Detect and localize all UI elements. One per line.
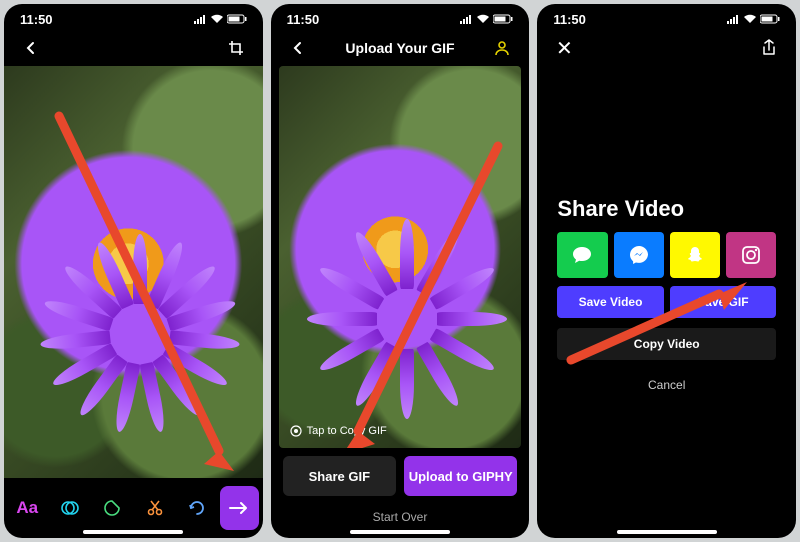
- copy-video-button[interactable]: Copy Video: [557, 328, 776, 360]
- home-indicator: [350, 530, 450, 534]
- status-time: 11:50: [553, 12, 586, 27]
- phone-screen-share: 11:50 ✕ Share Video: [537, 4, 796, 538]
- text-tool[interactable]: Aa: [8, 488, 46, 528]
- share-sheet: Share Video Save Video Save GIF Copy Vid…: [537, 66, 796, 538]
- messages-tile[interactable]: [557, 232, 607, 278]
- back-icon[interactable]: [285, 35, 311, 61]
- back-icon[interactable]: [18, 35, 44, 61]
- nav-bar: ✕: [537, 30, 796, 66]
- messenger-tile[interactable]: [614, 232, 664, 278]
- tap-copy-label: Tap to Copy GIF: [307, 425, 387, 437]
- trim-tool[interactable]: [135, 488, 173, 528]
- status-icons: [193, 14, 247, 24]
- next-button[interactable]: [220, 486, 258, 530]
- share-apps: [537, 232, 796, 278]
- home-indicator: [617, 530, 717, 534]
- gif-preview[interactable]: Tap to Copy GIF: [279, 66, 522, 448]
- save-gif-button[interactable]: Save GIF: [670, 286, 776, 318]
- sticker-tool[interactable]: [93, 488, 131, 528]
- status-bar: 11:50: [271, 4, 530, 30]
- snapchat-tile[interactable]: [670, 232, 720, 278]
- share-gif-button[interactable]: Share GIF: [283, 456, 396, 496]
- editor-canvas[interactable]: [4, 66, 263, 478]
- status-icons: [459, 14, 513, 24]
- action-buttons: Share GIF Upload to GIPHY: [271, 448, 530, 504]
- share-icon[interactable]: [756, 35, 782, 61]
- status-time: 11:50: [287, 12, 320, 27]
- upload-giphy-button[interactable]: Upload to GIPHY: [404, 456, 517, 496]
- home-indicator: [83, 530, 183, 534]
- save-video-button[interactable]: Save Video: [557, 286, 663, 318]
- close-icon[interactable]: ✕: [551, 35, 577, 61]
- share-title: Share Video: [537, 196, 796, 232]
- editor-toolbar: Aa: [4, 478, 263, 538]
- crop-icon[interactable]: [223, 35, 249, 61]
- instagram-tile[interactable]: [726, 232, 776, 278]
- nav-bar: Upload Your GIF: [271, 30, 530, 66]
- phone-screen-upload: 11:50 Upload Your GIF: [271, 4, 530, 538]
- status-bar: 11:50: [537, 4, 796, 30]
- page-title: Upload Your GIF: [311, 40, 490, 56]
- nav-bar: [4, 30, 263, 66]
- filter-tool[interactable]: [50, 488, 88, 528]
- profile-icon[interactable]: [489, 35, 515, 61]
- status-icons: [726, 14, 780, 24]
- cancel-button[interactable]: Cancel: [537, 364, 796, 406]
- status-time: 11:50: [20, 12, 53, 27]
- status-bar: 11:50: [4, 4, 263, 30]
- save-row: Save Video Save GIF: [537, 278, 796, 324]
- loop-tool[interactable]: [178, 488, 216, 528]
- tap-to-copy[interactable]: Tap to Copy GIF: [289, 424, 387, 438]
- phone-screen-editor: 11:50: [4, 4, 263, 538]
